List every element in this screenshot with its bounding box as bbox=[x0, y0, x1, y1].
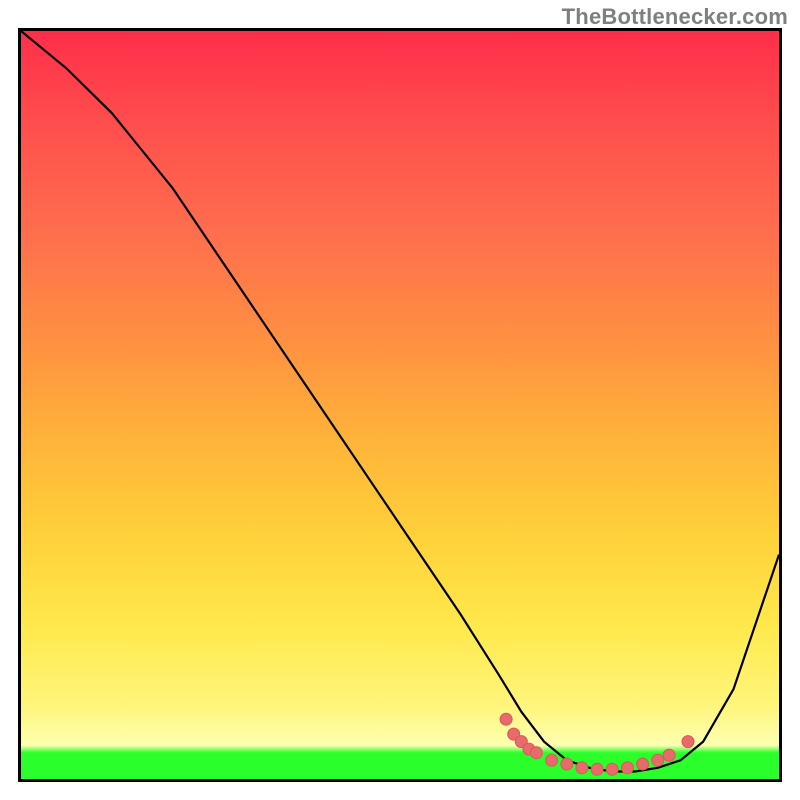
optimal-marker bbox=[576, 762, 588, 774]
optimal-marker bbox=[637, 758, 649, 770]
bottleneck-curve bbox=[21, 31, 779, 772]
optimal-marker bbox=[591, 763, 603, 775]
optimal-marker bbox=[546, 754, 558, 766]
chart-frame: TheBottlenecker.com bbox=[0, 0, 800, 800]
curve-svg bbox=[21, 31, 779, 779]
attribution-label: TheBottlenecker.com bbox=[562, 4, 788, 30]
optimal-marker bbox=[663, 749, 675, 761]
optimal-marker bbox=[621, 762, 633, 774]
plot-area bbox=[18, 28, 782, 782]
optimal-marker bbox=[652, 754, 664, 766]
optimal-marker bbox=[500, 713, 512, 725]
optimal-marker bbox=[606, 763, 618, 775]
optimal-marker bbox=[530, 747, 542, 759]
optimal-marker bbox=[682, 736, 694, 748]
optimal-marker bbox=[561, 758, 573, 770]
